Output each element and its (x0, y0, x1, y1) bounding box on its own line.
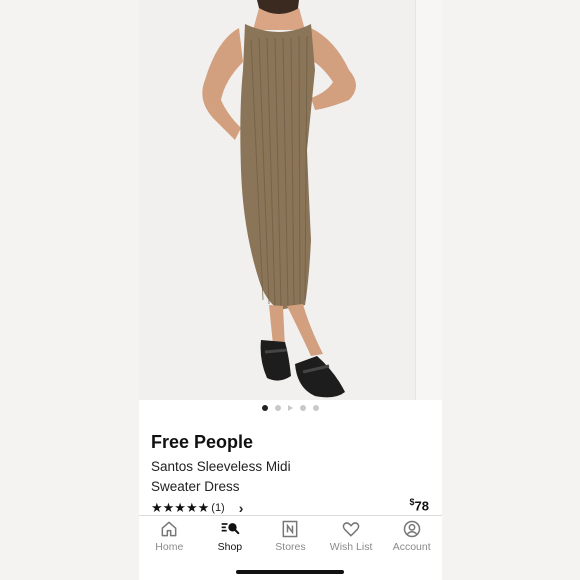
home-indicator[interactable] (236, 570, 344, 574)
tab-label: Stores (275, 541, 306, 553)
tab-label: Wish List (329, 541, 373, 553)
carousel-indicators[interactable] (139, 405, 442, 411)
blurred-background-left (0, 0, 139, 580)
rating-link[interactable]: ★★★★★ (1) › (151, 500, 243, 516)
star-rating-icon: ★★★★★ (151, 500, 210, 515)
brand-name[interactable]: Free People (151, 432, 253, 453)
tab-wish-list[interactable]: Wish List (321, 516, 382, 556)
price-value: 78 (414, 498, 429, 514)
next-image-peek[interactable] (415, 0, 442, 400)
video-play-icon[interactable] (288, 405, 293, 411)
product-name-line1: Santos Sleeveless Midi (151, 459, 291, 474)
tab-label: Home (155, 541, 184, 553)
product-image[interactable] (139, 0, 442, 400)
carousel-dot[interactable] (300, 405, 306, 411)
rating-count: (1) (211, 502, 225, 514)
tab-shop[interactable]: Shop (200, 516, 261, 556)
tab-label: Account (392, 541, 431, 553)
product-name-line2: Sweater Dress (151, 479, 240, 494)
phone-screen: Free People Santos Sleeveless Midi Sweat… (139, 0, 442, 580)
store-icon (283, 520, 298, 538)
carousel-dot[interactable] (313, 405, 319, 411)
blurred-background-right (442, 0, 580, 580)
chevron-right-icon: › (238, 500, 244, 516)
product-photo (139, 0, 442, 400)
account-icon (403, 520, 420, 538)
price: $78 (410, 497, 429, 513)
home-icon (161, 521, 177, 537)
carousel-dot[interactable] (275, 405, 281, 411)
tab-home[interactable]: Home (139, 516, 200, 556)
heart-icon (342, 522, 360, 537)
tab-stores[interactable]: Stores (260, 516, 321, 556)
bottom-tab-bar: Home Shop Stores Wish List Account (139, 516, 442, 556)
tab-account[interactable]: Account (381, 516, 442, 556)
carousel-dot[interactable] (262, 405, 268, 411)
tab-label: Shop (217, 541, 243, 553)
product-name: Santos Sleeveless Midi Sweater Dress (151, 457, 351, 497)
shop-search-icon (221, 523, 240, 535)
